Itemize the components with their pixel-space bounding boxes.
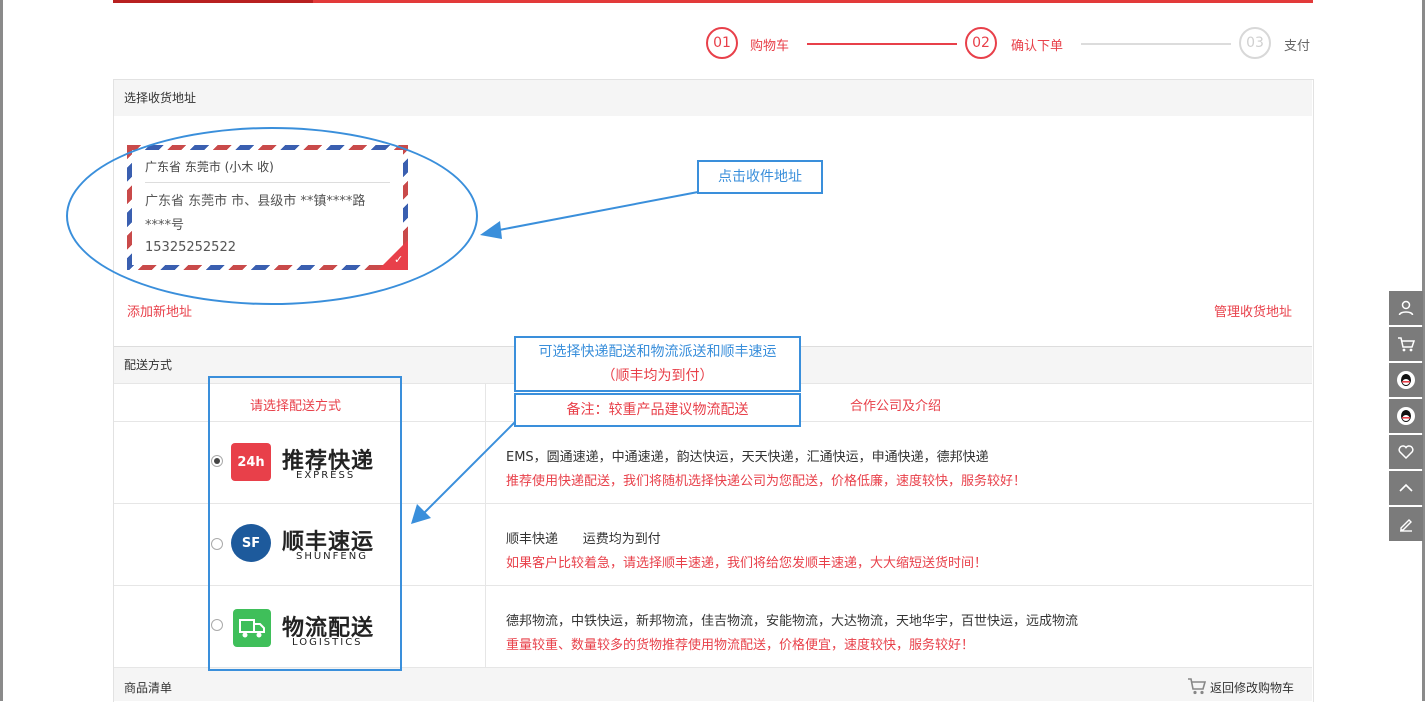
step-connector-2: [1081, 43, 1231, 45]
step-2-label: 确认下单: [1011, 39, 1064, 54]
express-description: 推荐使用快递配送，我们将随机选择快递公司为您配送，价格低廉，速度较快，服务较好！: [506, 474, 1027, 489]
annotation-shipping-box: [208, 376, 402, 671]
goods-section-title: 商品清单: [124, 681, 173, 695]
heart-icon[interactable]: [1389, 435, 1423, 469]
side-toolbar: [1389, 291, 1423, 543]
qq-icon[interactable]: [1389, 399, 1423, 433]
annotation-click-address: 点击收件地址: [697, 160, 823, 194]
logistics-companies: 德邦物流，中铁快运，新邦物流，佳吉物流，安能物流，大达物流，天地华宇，百世快运，…: [506, 614, 1079, 629]
express-companies: EMS，圆通速递，中通速递，韵达快运，天天快递，汇通快运，申通快递，德邦快递: [506, 450, 989, 465]
annotation-shipping-note: 可选择快递配送和物流派送和顺丰速运 （顺丰均为到付）: [514, 336, 801, 392]
annotation-remark: 备注：较重产品建议物流配送: [514, 393, 801, 427]
step-1-number: 01: [706, 27, 738, 59]
cart-icon[interactable]: [1389, 327, 1423, 361]
page-edge-left: [0, 0, 3, 701]
cart-icon: [1187, 677, 1207, 695]
step-3-label: 支付: [1284, 39, 1311, 54]
qq-icon[interactable]: [1389, 363, 1423, 397]
annotation-shipping-line2: （顺丰均为到付）: [601, 368, 714, 384]
add-address-link[interactable]: 添加新地址: [127, 301, 192, 320]
step-2-number: 02: [965, 27, 997, 59]
step-1-label: 购物车: [750, 39, 790, 54]
logistics-description: 重量较重、数量较多的货物推荐使用物流配送，价格便宜，速度较快，服务较好！: [506, 638, 975, 653]
chevron-up-icon[interactable]: [1389, 471, 1423, 505]
shunfeng-description: 如果客户比较着急，请选择顺丰速递，我们将给您发顺丰速递，大大缩短送货时间！: [506, 556, 988, 571]
col-header-partners: 合作公司及介绍: [850, 399, 942, 414]
address-section-title: 选择收货地址: [114, 80, 1312, 116]
step-connector-1: [807, 43, 957, 45]
annotation-shipping-line1: 可选择快递配送和物流派送和顺丰速运: [538, 344, 777, 360]
header-divider-accent: [113, 0, 313, 3]
user-icon[interactable]: [1389, 291, 1423, 325]
annotation-arrow: [411, 421, 516, 524]
back-to-cart-link[interactable]: 返回修改购物车: [1210, 679, 1294, 696]
annotation-ellipse: [66, 127, 478, 305]
shunfeng-companies: 顺丰快递 运费均为到付: [506, 532, 661, 547]
goods-section-header: [114, 668, 1312, 701]
annotation-arrow: [480, 191, 699, 239]
manage-address-link[interactable]: 管理收货地址: [1214, 301, 1292, 320]
edit-icon[interactable]: [1389, 507, 1423, 541]
step-3-number: 03: [1239, 27, 1271, 59]
